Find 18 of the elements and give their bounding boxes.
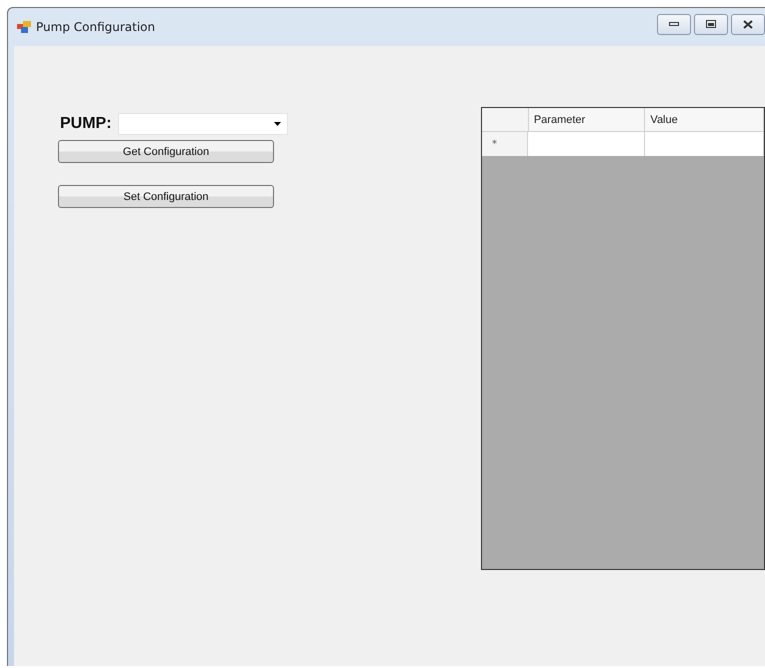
app-icon <box>17 21 31 33</box>
table-cell[interactable] <box>645 132 764 156</box>
restore-button[interactable] <box>694 14 728 34</box>
configuration-button[interactable]: Get Configuration <box>58 140 274 163</box>
close-icon <box>743 20 753 28</box>
minimize-icon <box>669 22 679 26</box>
column-header[interactable]: Value <box>645 108 764 132</box>
close-button[interactable] <box>731 14 765 34</box>
table-cell[interactable] <box>528 132 645 156</box>
pump-label: PUMP: <box>60 115 112 133</box>
row-header[interactable]: * <box>482 132 528 156</box>
restore-icon <box>706 20 716 28</box>
configuration-button[interactable]: Set Configuration <box>58 185 274 208</box>
dropdown-caret-icon <box>274 122 281 126</box>
grid-corner-header <box>482 108 529 132</box>
column-header[interactable]: Parameter <box>528 108 646 132</box>
window-title: Pump Configuration <box>36 20 156 34</box>
minimize-button[interactable] <box>657 14 691 34</box>
